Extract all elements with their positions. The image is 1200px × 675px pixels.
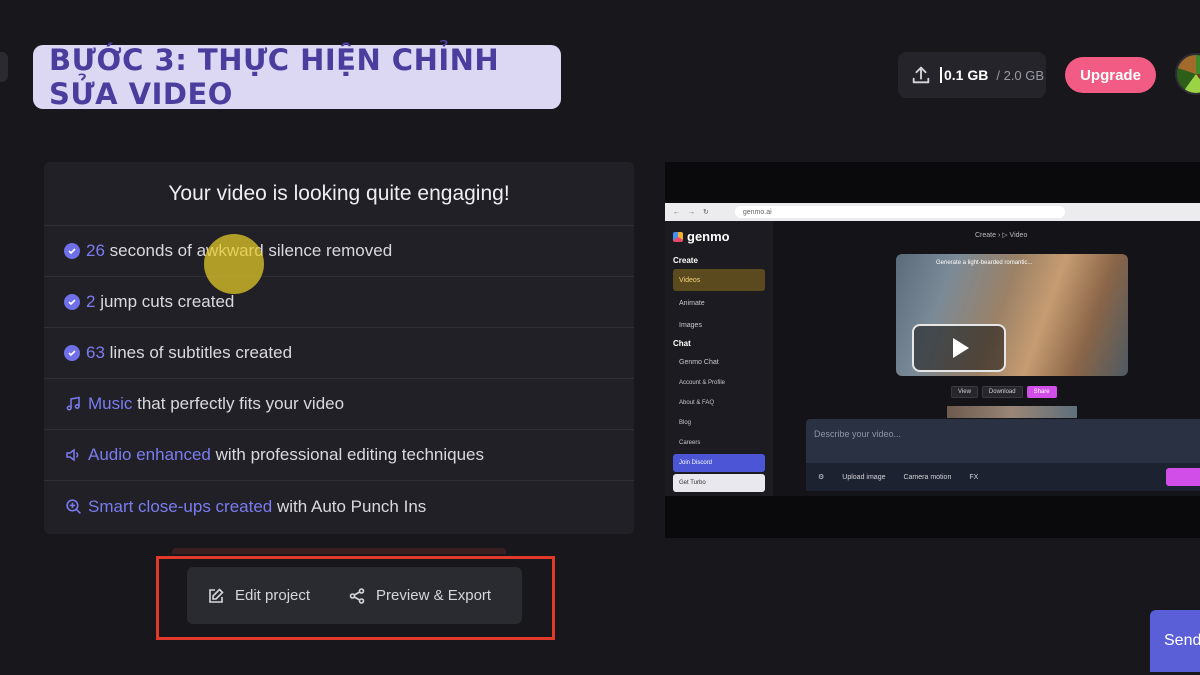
view-button: View <box>951 386 978 398</box>
sidebar-item-blog: Blog <box>679 420 692 426</box>
sidebar-item-account: Account & Profile <box>679 380 726 386</box>
summary-item-text: jump cuts created <box>95 292 235 311</box>
download-button: Download <box>981 386 1023 398</box>
check-circle-icon <box>64 345 80 361</box>
sidebar-item-careers: Careers <box>679 440 701 446</box>
send-button[interactable]: Send <box>1150 610 1200 672</box>
sidebar-item-discord: Join Discord <box>673 454 765 472</box>
sidebar-item-videos: Videos <box>673 269 765 291</box>
camera-motion-button: Camera motion <box>903 473 952 481</box>
share-icon <box>349 587 365 604</box>
summary-item-text: with Auto Punch Ins <box>272 496 427 516</box>
prompt-toolbar: ⚙ Upload image Camera motion FX <box>806 463 1200 491</box>
summary-card: Your video is looking quite engaging! 26… <box>44 162 634 534</box>
sidebar-section-chat: Chat <box>673 339 691 348</box>
share-button: Share <box>1026 386 1057 398</box>
sidebar-item-animate: Animate <box>679 299 705 307</box>
summary-item-highlight: 63 <box>86 343 105 362</box>
edit-icon <box>209 587 224 603</box>
summary-item-highlight: Audio enhanced <box>88 445 211 464</box>
edit-project-label: Edit project <box>235 587 311 604</box>
avatar[interactable] <box>1175 53 1200 95</box>
summary-item-highlight: 26 <box>86 241 105 260</box>
browser-bar: ← → ↻ genmo.ai <box>665 203 1200 221</box>
sidebar-item-genmo-chat: Genmo Chat <box>679 358 719 366</box>
summary-item: 63 lines of subtitles created <box>44 328 634 379</box>
summary-item-text: with professional editing techniques <box>210 445 485 464</box>
check-circle-icon <box>64 294 80 310</box>
genmo-sidebar: genmo Create Videos Animate Images Chat … <box>665 221 773 496</box>
edit-project-button[interactable]: Edit project <box>207 587 310 605</box>
summary-item: 2 jump cuts created <box>44 277 634 328</box>
summary-title: Your video is looking quite engaging! <box>44 162 634 226</box>
summary-item: Smart close-ups created with Auto Punch … <box>44 481 634 532</box>
prompt-input: Describe your video... <box>806 419 1200 463</box>
genmo-brand: genmo <box>673 229 765 244</box>
video-actions: View Download Share <box>951 386 1057 398</box>
summary-item: Music that perfectly fits your video <box>44 379 634 430</box>
upgrade-button[interactable]: Upgrade <box>1065 57 1156 93</box>
summary-item-text: lines of subtitles created <box>104 343 293 362</box>
settings-icon: ⚙ <box>818 474 825 481</box>
breadcrumb: Create › ▷ Video <box>975 232 1028 239</box>
storage-used: 0.1 GB <box>940 67 988 83</box>
video-player: Generate a light-bearded romantic... <box>896 254 1128 376</box>
summary-item: Audio enhanced with professional editing… <box>44 430 634 481</box>
back-icon: ← <box>673 208 680 216</box>
music-note-icon <box>64 395 82 413</box>
sidebar-section-create: Create <box>673 256 698 265</box>
genmo-app: genmo Create Videos Animate Images Chat … <box>665 221 1200 496</box>
url-field: genmo.ai <box>734 206 1065 218</box>
storage-indicator[interactable]: 0.1 GB / 2.0 GB <box>898 52 1046 98</box>
mini-send-button <box>1166 468 1200 486</box>
sidebar-item-images: Images <box>679 321 702 329</box>
step-banner-text: BƯỚC 3: THỰC HIỆN CHỈNH SỬA VIDEO <box>49 43 500 111</box>
step-banner: BƯỚC 3: THỰC HIỆN CHỈNH SỬA VIDEO <box>33 43 561 111</box>
thumbnail-strip <box>947 406 1077 418</box>
upload-image-button: Upload image <box>842 473 886 481</box>
upload-icon <box>912 66 930 84</box>
summary-item-text: seconds of awkward silence removed <box>104 241 393 260</box>
preview-export-button[interactable]: Preview & Export <box>348 587 491 605</box>
summary-item-highlight: Smart close-ups created <box>88 496 273 516</box>
left-panel-tab[interactable] <box>0 52 8 82</box>
check-circle-icon <box>64 243 80 259</box>
sidebar-item-about: About & FAQ <box>679 400 715 406</box>
summary-item-highlight: Music <box>88 394 133 413</box>
genmo-logo-icon <box>673 231 683 242</box>
summary-item: 26 seconds of awkward silence removed <box>44 226 634 277</box>
partial-button-edge <box>172 548 506 554</box>
video-prompt: Generate a light-bearded romantic... <box>936 260 1033 266</box>
speaker-icon <box>64 446 82 464</box>
preview-screenshot: ← → ↻ genmo.ai genmo Create Videos Anima… <box>665 162 1200 538</box>
action-bar: Edit project Preview & Export <box>187 567 522 624</box>
forward-icon: → <box>688 208 695 216</box>
play-icon <box>912 324 1006 372</box>
storage-total: / 2.0 GB <box>996 67 1045 83</box>
zoom-in-icon <box>64 498 82 516</box>
fx-button: FX <box>969 473 979 481</box>
sidebar-item-signup: Get Turbo <box>673 474 765 492</box>
reload-icon: ↻ <box>703 209 709 216</box>
preview-export-label: Preview & Export <box>376 587 492 604</box>
summary-item-text: that perfectly fits your video <box>132 394 345 413</box>
